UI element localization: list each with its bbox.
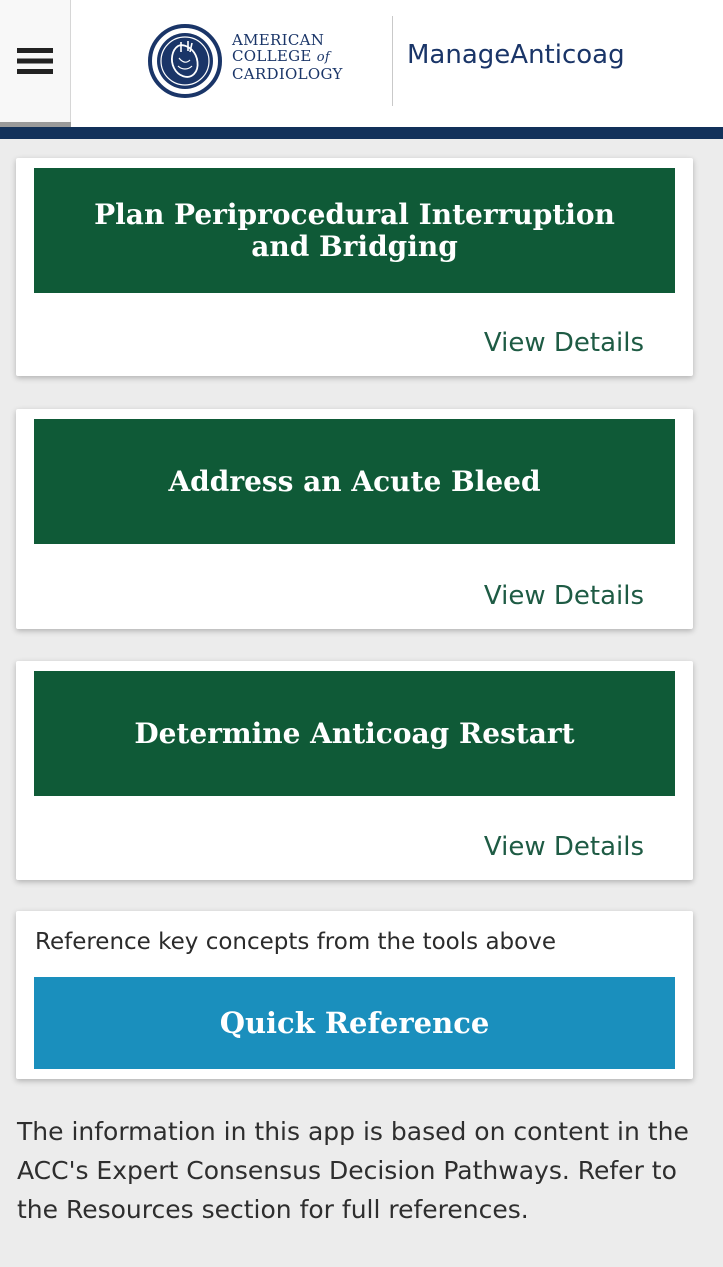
footer-disclaimer: The information in this app is based on … [17,1117,689,1224]
acc-wordmark: AMERICAN COLLEGE of CARDIOLOGY [232,32,343,82]
card-acute-bleed: Address an Acute Bleed View Details [16,409,693,629]
app-title: ManageAnticoag [407,40,625,70]
periprocedural-view-details-link[interactable]: View Details [484,328,644,358]
anticoag-restart-view-details-link[interactable]: View Details [484,832,644,862]
hamburger-menu-icon [17,48,53,74]
wordmark-line-1: AMERICAN [232,31,325,49]
reference-intro-text: Reference key concepts from the tools ab… [35,929,556,955]
header-rule [0,127,723,139]
card-anticoag-restart: Determine Anticoag Restart View Details [16,661,693,880]
acc-seal-logo [148,24,222,98]
acute-bleed-banner-button[interactable]: Address an Acute Bleed [34,419,675,544]
wordmark-line-2-prefix: COLLEGE [232,47,317,65]
card-quick-reference: Reference key concepts from the tools ab… [16,911,693,1079]
menu-button[interactable] [0,0,71,122]
periprocedural-banner-button[interactable]: Plan Periprocedural Interruption and Bri… [34,168,675,293]
quick-reference-button[interactable]: Quick Reference [34,977,675,1069]
header-divider [392,16,393,106]
anticoag-restart-banner-button[interactable]: Determine Anticoag Restart [34,671,675,796]
wordmark-of: of [316,50,330,65]
card-periprocedural: Plan Periprocedural Interruption and Bri… [16,158,693,376]
wordmark-line-3: CARDIOLOGY [232,65,343,83]
wordmark-line-2: COLLEGE of [232,48,343,66]
app-header: AMERICAN COLLEGE of CARDIOLOGY ManageAnt… [0,0,723,127]
acute-bleed-view-details-link[interactable]: View Details [484,581,644,611]
